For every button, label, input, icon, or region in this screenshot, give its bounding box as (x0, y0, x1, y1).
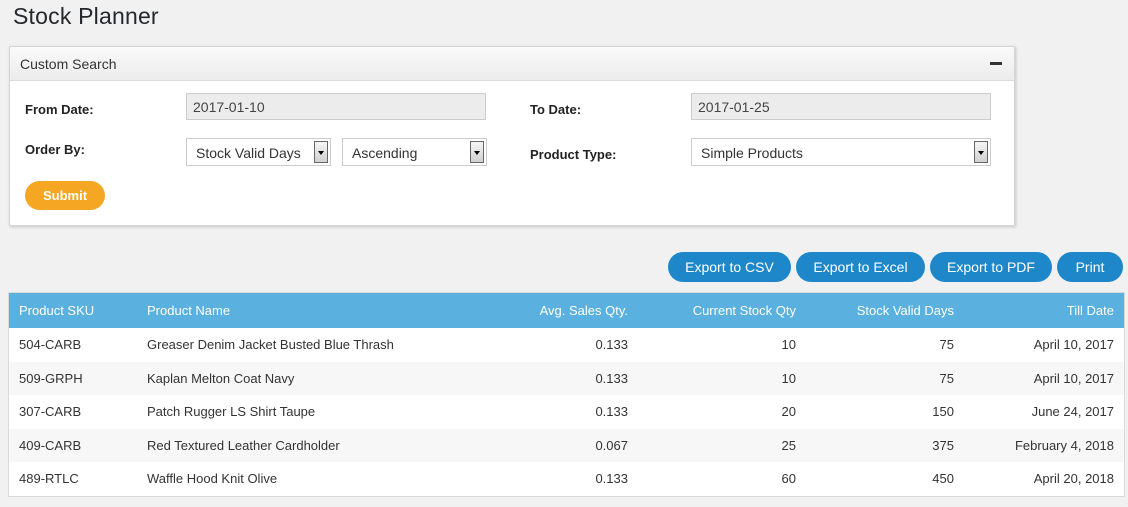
cell-till-date: April 20, 2018 (1033, 471, 1114, 487)
cell-till-date: February 4, 2018 (1014, 437, 1114, 453)
cell-current-stock: 20 (781, 404, 796, 420)
product-type-label: Product Type: (530, 147, 617, 162)
cell-till-date: June 24, 2017 (1031, 404, 1114, 420)
table-row: 504-CARB Greaser Denim Jacket Busted Blu… (9, 328, 1124, 362)
column-header-sku[interactable]: Product SKU (9, 293, 137, 328)
to-date-field[interactable]: 2017-01-25 (691, 93, 991, 120)
cell-avg-sales: 0.133 (595, 337, 628, 353)
order-direction-value: Ascending (352, 145, 418, 161)
order-by-select[interactable]: Stock Valid Days (186, 138, 331, 166)
cell-avg-sales: 0.133 (595, 471, 628, 487)
table-row: 509-GRPH Kaplan Melton Coat Navy 0.133 1… (9, 361, 1124, 395)
print-button[interactable]: Print (1057, 252, 1123, 282)
cell-name: Kaplan Melton Coat Navy (147, 370, 295, 386)
to-date-label: To Date: (530, 102, 582, 117)
chevron-down-icon (314, 141, 328, 163)
cell-avg-sales: 0.133 (595, 404, 628, 420)
order-by-value: Stock Valid Days (196, 145, 301, 161)
table-row: 409-CARB Red Textured Leather Cardholder… (9, 428, 1124, 462)
minus-icon[interactable] (990, 62, 1002, 65)
cell-name: Red Textured Leather Cardholder (147, 437, 340, 453)
cell-sku: 504-CARB (19, 337, 82, 353)
column-header-avg-sales[interactable]: Avg. Sales Qty. (437, 293, 638, 328)
table-row: 489-RTLC Waffle Hood Knit Olive 0.133 60… (9, 462, 1124, 496)
column-header-valid-days[interactable]: Stock Valid Days (806, 293, 964, 328)
cell-current-stock: 60 (781, 471, 796, 487)
from-date-label: From Date: (25, 102, 94, 117)
page-title: Stock Planner (13, 3, 159, 29)
cell-valid-days: 150 (932, 404, 954, 420)
order-direction-select[interactable]: Ascending (342, 138, 487, 166)
order-by-label: Order By: (25, 142, 85, 157)
cell-current-stock: 10 (781, 370, 796, 386)
export-pdf-button[interactable]: Export to PDF (930, 252, 1052, 282)
cell-name: Patch Rugger LS Shirt Taupe (147, 404, 316, 420)
cell-sku: 307-CARB (19, 404, 82, 420)
cell-valid-days: 450 (932, 471, 954, 487)
cell-till-date: April 10, 2017 (1033, 370, 1114, 386)
cell-avg-sales: 0.133 (595, 370, 628, 386)
product-type-select[interactable]: Simple Products (691, 138, 991, 166)
panel-header[interactable]: Custom Search (10, 47, 1014, 81)
cell-sku: 409-CARB (19, 437, 82, 453)
panel-title: Custom Search (20, 56, 117, 72)
export-excel-button[interactable]: Export to Excel (796, 252, 925, 282)
from-date-field[interactable]: 2017-01-10 (186, 93, 486, 120)
table-header-row: Product SKU Product Name Avg. Sales Qty.… (9, 293, 1124, 328)
product-type-value: Simple Products (701, 145, 803, 161)
cell-avg-sales: 0.067 (595, 437, 628, 453)
chevron-down-icon (470, 141, 484, 163)
cell-name: Waffle Hood Knit Olive (147, 471, 278, 487)
cell-current-stock: 25 (781, 437, 796, 453)
cell-valid-days: 75 (939, 370, 954, 386)
cell-sku: 489-RTLC (19, 471, 79, 487)
chevron-down-icon (974, 141, 988, 163)
cell-name: Greaser Denim Jacket Busted Blue Thrash (147, 337, 394, 353)
cell-till-date: April 10, 2017 (1033, 337, 1114, 353)
column-header-till-date[interactable]: Till Date (964, 293, 1124, 328)
cell-valid-days: 75 (939, 337, 954, 353)
export-csv-button[interactable]: Export to CSV (668, 252, 791, 282)
column-header-current-stock[interactable]: Current Stock Qty (638, 293, 806, 328)
stock-table: Product SKU Product Name Avg. Sales Qty.… (8, 292, 1125, 497)
submit-button[interactable]: Submit (25, 181, 105, 210)
cell-current-stock: 10 (781, 337, 796, 353)
table-row: 307-CARB Patch Rugger LS Shirt Taupe 0.1… (9, 395, 1124, 429)
column-header-name[interactable]: Product Name (137, 293, 437, 328)
cell-valid-days: 375 (932, 437, 954, 453)
cell-sku: 509-GRPH (19, 370, 83, 386)
custom-search-panel: Custom Search From Date: 2017-01-10 To D… (9, 46, 1015, 226)
